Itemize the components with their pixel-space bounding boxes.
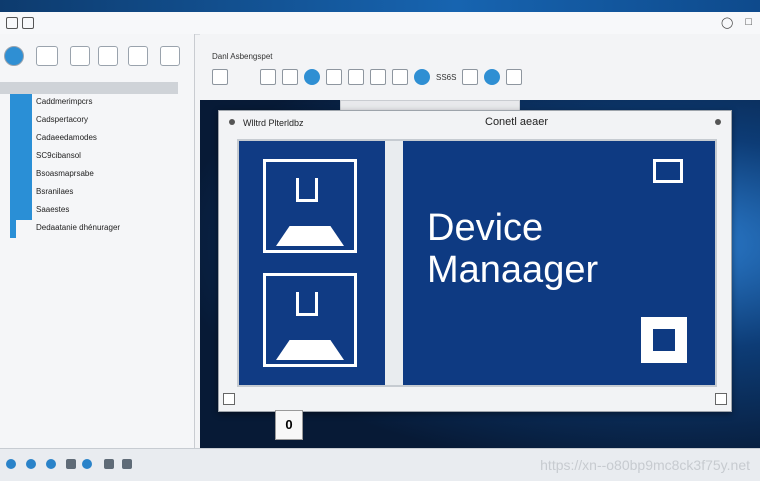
tree-item[interactable]: SC9cibansol <box>10 148 194 166</box>
dialog-title: Conetl aeaer <box>485 116 548 128</box>
tray-icon <box>276 340 344 360</box>
screen-top-edge <box>0 0 760 12</box>
printer-icon[interactable] <box>462 69 479 85</box>
tree-item-label: Caddmerimpcrs <box>36 97 93 106</box>
count-badge: 0 <box>275 410 303 440</box>
stop-icon[interactable] <box>641 317 687 363</box>
tree-item[interactable]: Cadspertacory <box>10 112 194 130</box>
tree-item[interactable]: Cadaeedamodes <box>10 130 194 148</box>
tree-item[interactable]: Caddmerimpcrs <box>10 94 194 112</box>
content-toolbar: SS6S <box>212 66 523 88</box>
tag-icon[interactable] <box>326 69 342 85</box>
globe-icon[interactable] <box>304 69 320 85</box>
tree-item-icon <box>10 130 32 148</box>
app-icon[interactable] <box>26 459 36 469</box>
window-controls: ◯ □ <box>721 16 752 29</box>
display-icon[interactable] <box>370 69 386 85</box>
device-manager-main: Device Manaager <box>403 141 715 385</box>
device-tree: Caddmerimpcrs Cadspertacory Cadaeedamode… <box>10 94 194 238</box>
document-icon[interactable] <box>98 46 118 66</box>
resize-handle[interactable] <box>715 393 727 405</box>
dialog-title-left: Wlltrd Plterldbz <box>243 118 304 128</box>
document-icon[interactable] <box>260 69 276 85</box>
tray-icon <box>276 226 344 246</box>
tree-item-label: Cadaeedamodes <box>36 133 97 142</box>
dialog-titlebar: Wlltrd Plterldbz Conetl aeaer <box>219 111 731 135</box>
dialog-close-icon[interactable] <box>715 119 721 125</box>
settings-icon[interactable] <box>484 69 501 85</box>
download-icon <box>296 178 318 202</box>
download-icon <box>296 292 318 316</box>
camera-icon[interactable] <box>506 69 523 85</box>
back-icon[interactable] <box>6 17 18 29</box>
folder-icon[interactable] <box>22 17 34 29</box>
app-icon[interactable] <box>66 459 76 469</box>
close-icon[interactable]: □ <box>745 16 752 29</box>
paint-icon[interactable] <box>160 46 180 66</box>
note-icon[interactable] <box>128 46 148 66</box>
tree-item-label: Bsranilaes <box>36 187 74 196</box>
window-icon[interactable] <box>282 69 298 85</box>
tree-item-label: Dedaatanie dhénurager <box>36 223 121 232</box>
content-title: Danl Asbengspet <box>212 52 273 61</box>
dialog-menu-icon[interactable] <box>229 119 235 125</box>
tree-item-icon <box>10 184 32 202</box>
window-titlebar: ◯ □ <box>0 12 760 35</box>
toolbar-label: SS6S <box>436 72 457 82</box>
tree-item[interactable]: Bsoasmaprsabe <box>10 166 194 184</box>
app-icon[interactable] <box>46 459 56 469</box>
resize-handle[interactable] <box>223 393 235 405</box>
tree-item-label: Saaestes <box>36 205 70 214</box>
tree-item-icon <box>10 220 16 238</box>
navigation-pane: Caddmerimpcrs Cadspertacory Cadaeedamode… <box>0 34 195 460</box>
left-toolbar <box>0 34 194 82</box>
tile-column <box>239 141 385 385</box>
tree-item-label: Bsoasmaprsabe <box>36 169 94 178</box>
device-manager-label: Device Manaager <box>427 207 599 291</box>
panel-divider <box>385 141 403 385</box>
content-header: Danl Asbengspet SS6S <box>200 34 760 100</box>
restore-icon[interactable]: ◯ <box>721 16 733 29</box>
tree-item-icon <box>10 94 32 112</box>
status-bar: https://xn--o80bp9mc8ck3f75y.net <box>0 448 760 481</box>
image-icon[interactable] <box>70 46 90 66</box>
image-icon[interactable] <box>392 69 408 85</box>
download-tile[interactable] <box>263 159 357 253</box>
device-manager-dialog: Wlltrd Plterldbz Conetl aeaer Device Man… <box>218 110 732 412</box>
address-bar[interactable] <box>0 82 178 94</box>
app-icon[interactable] <box>82 459 92 469</box>
tree-item[interactable]: Saaestes <box>10 202 194 220</box>
device-icon[interactable] <box>348 69 364 85</box>
device-manager-panel: Device Manaager <box>237 139 717 387</box>
watermark: https://xn--o80bp9mc8ck3f75y.net <box>540 457 750 473</box>
tree-item[interactable]: Dedaatanie dhénurager <box>10 220 194 238</box>
network-icon[interactable] <box>414 69 430 85</box>
tree-item-label: Cadspertacory <box>36 115 89 124</box>
dialog-footer <box>219 387 731 411</box>
download-tile[interactable] <box>263 273 357 367</box>
tree-item-icon <box>10 112 32 130</box>
tree-item-label: SC9cibansol <box>36 151 81 160</box>
app-icon[interactable] <box>104 459 114 469</box>
globe-icon[interactable] <box>4 46 24 66</box>
tree-item[interactable]: Bsranilaes <box>10 184 194 202</box>
tree-item-icon <box>10 202 32 220</box>
chart-icon[interactable] <box>212 69 228 85</box>
tree-item-icon <box>10 166 32 184</box>
tree-item-icon <box>10 148 32 166</box>
window-icon[interactable] <box>653 159 683 183</box>
app-icon[interactable] <box>122 459 132 469</box>
pc-icon[interactable] <box>36 46 58 66</box>
start-icon[interactable] <box>6 459 16 469</box>
